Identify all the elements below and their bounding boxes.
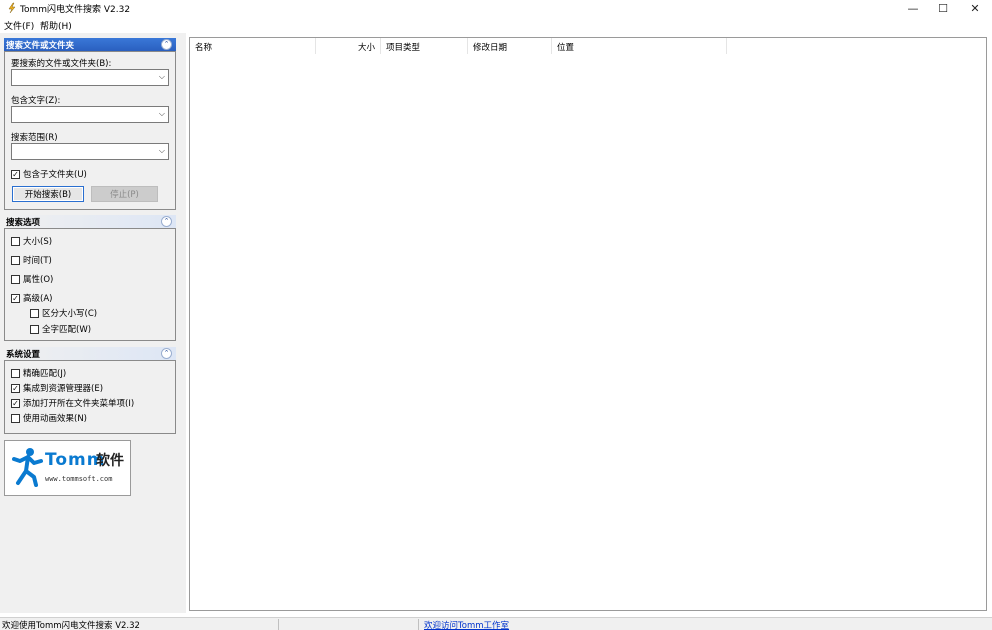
chevron-down-icon[interactable]: ⌵ [159, 72, 165, 82]
collapse-icon[interactable]: ⌃ [161, 348, 172, 359]
options-panel-title: 搜索选项 [6, 218, 41, 228]
explorer-integration-label: 集成到资源管理器(E) [23, 384, 104, 394]
subfolder-label: 包含子文件夹(U) [23, 170, 87, 180]
search-panel-title: 搜索文件或文件夹 [6, 41, 75, 51]
checkbox-box[interactable] [11, 255, 20, 265]
close-button[interactable]: ✕ [958, 0, 992, 16]
search-panel-body: 要搜索的文件或文件夹(B): ⌵ 包含文字(Z): ⌵ 搜索范围(R) ⌵ ✓ … [4, 51, 176, 210]
animation-label: 使用动画效果(N) [23, 414, 87, 424]
column-size[interactable]: 大小 [316, 38, 381, 54]
open-folder-menu-label: 添加打开所在文件夹菜单项(I) [23, 399, 135, 409]
title-bar: Tomm闪电文件搜索 V2.32 — ☐ ✕ [0, 0, 992, 16]
time-label: 时间(T) [23, 256, 52, 266]
subfolder-checkbox[interactable]: ✓ 包含子文件夹(U) [11, 168, 87, 180]
studio-link[interactable]: 欢迎访问Tomm工作室 [424, 619, 509, 630]
checkbox-box[interactable] [11, 413, 20, 423]
advanced-label: 高级(A) [23, 294, 53, 304]
attribute-label: 属性(O) [23, 275, 54, 285]
checkbox-box[interactable] [11, 274, 20, 284]
text-label: 包含文字(Z): [11, 96, 61, 106]
system-panel-title: 系统设置 [6, 350, 41, 360]
menu-file[interactable]: 文件(F) [4, 19, 34, 32]
tomm-logo[interactable]: Tomm 软件 www.tommsoft.com [4, 440, 131, 496]
exact-match-label: 精确匹配(J) [23, 369, 67, 379]
explorer-integration-checkbox[interactable]: ✓ 集成到资源管理器(E) [11, 382, 103, 394]
checkbox-box[interactable]: ✓ [11, 293, 20, 303]
menu-bar: 文件(F) 帮助(H) [0, 17, 992, 32]
running-man-icon [12, 448, 43, 487]
time-checkbox[interactable]: 时间(T) [11, 254, 52, 266]
maximize-button[interactable]: ☐ [926, 0, 960, 16]
options-panel-header[interactable]: 搜索选项 ⌃ [4, 215, 176, 228]
lightning-figure-icon [8, 2, 16, 14]
column-name[interactable]: 名称 [190, 38, 316, 54]
status-welcome: 欢迎使用Tomm闪电文件搜索 V2.32 [2, 621, 140, 630]
chevron-down-icon[interactable]: ⌵ [159, 146, 165, 156]
name-label: 要搜索的文件或文件夹(B): [11, 59, 112, 69]
case-sensitive-checkbox[interactable]: 区分大小写(C) [30, 307, 97, 319]
checkbox-box[interactable] [30, 324, 39, 334]
name-combo[interactable]: ⌵ [11, 69, 169, 86]
case-sensitive-label: 区分大小写(C) [42, 309, 98, 319]
results-list[interactable]: 名称 大小 项目类型 修改日期 位置 [189, 37, 987, 611]
status-divider [278, 619, 279, 630]
system-panel: 系统设置 ⌃ 精确匹配(J) ✓ 集成到资源管理器(E) ✓ 添加打开所在文件夹… [4, 347, 176, 434]
size-label: 大小(S) [23, 237, 53, 247]
minimize-button[interactable]: — [896, 0, 930, 16]
checkbox-box[interactable] [11, 368, 20, 378]
chevron-down-icon[interactable]: ⌵ [159, 109, 165, 119]
system-panel-header[interactable]: 系统设置 ⌃ [4, 347, 176, 360]
checkbox-box[interactable] [30, 308, 39, 318]
checkbox-box[interactable]: ✓ [11, 383, 20, 393]
advanced-checkbox[interactable]: ✓ 高级(A) [11, 292, 52, 304]
collapse-icon[interactable]: ⌃ [161, 39, 172, 50]
scope-combo[interactable]: ⌵ [11, 143, 169, 160]
column-modified[interactable]: 修改日期 [468, 38, 552, 54]
attribute-checkbox[interactable]: 属性(O) [11, 273, 53, 285]
size-checkbox[interactable]: 大小(S) [11, 235, 52, 247]
logo-cn-text: 软件 [96, 453, 124, 469]
options-panel-body: 大小(S) 时间(T) 属性(O) ✓ 高级(A) 区分大小写(C) 全字匹配(… [4, 228, 176, 341]
whole-word-label: 全字匹配(W) [42, 325, 92, 335]
search-panel-header[interactable]: 搜索文件或文件夹 ⌃ [4, 38, 176, 51]
status-bar: 欢迎使用Tomm闪电文件搜索 V2.32 欢迎访问Tomm工作室 [0, 617, 992, 630]
collapse-icon[interactable]: ⌃ [161, 216, 172, 227]
open-folder-menu-checkbox[interactable]: ✓ 添加打开所在文件夹菜单项(I) [11, 397, 134, 409]
whole-word-checkbox[interactable]: 全字匹配(W) [30, 323, 91, 335]
stop-button[interactable]: 停止(P) [91, 186, 158, 202]
column-type[interactable]: 项目类型 [381, 38, 468, 54]
system-panel-body: 精确匹配(J) ✓ 集成到资源管理器(E) ✓ 添加打开所在文件夹菜单项(I) … [4, 360, 176, 434]
window-title: Tomm闪电文件搜索 V2.32 [20, 5, 131, 15]
checkbox-box[interactable]: ✓ [11, 398, 20, 408]
search-panel: 搜索文件或文件夹 ⌃ 要搜索的文件或文件夹(B): ⌵ 包含文字(Z): ⌵ 搜… [4, 38, 176, 210]
checkbox-box[interactable]: ✓ [11, 169, 20, 179]
logo-url: www.tommsoft.com [45, 475, 113, 483]
exact-match-checkbox[interactable]: 精确匹配(J) [11, 367, 66, 379]
status-divider [418, 619, 419, 630]
column-location[interactable]: 位置 [552, 38, 727, 54]
start-search-button[interactable]: 开始搜索(B) [12, 186, 84, 202]
text-combo[interactable]: ⌵ [11, 106, 169, 123]
left-pane: 搜索文件或文件夹 ⌃ 要搜索的文件或文件夹(B): ⌵ 包含文字(Z): ⌵ 搜… [0, 33, 186, 613]
animation-checkbox[interactable]: 使用动画效果(N) [11, 412, 87, 424]
checkbox-box[interactable] [11, 236, 20, 246]
menu-help[interactable]: 帮助(H) [40, 19, 72, 32]
options-panel: 搜索选项 ⌃ 大小(S) 时间(T) 属性(O) ✓ 高级(A) 区分大小写(C… [4, 215, 176, 341]
scope-label: 搜索范围(R) [11, 133, 58, 143]
